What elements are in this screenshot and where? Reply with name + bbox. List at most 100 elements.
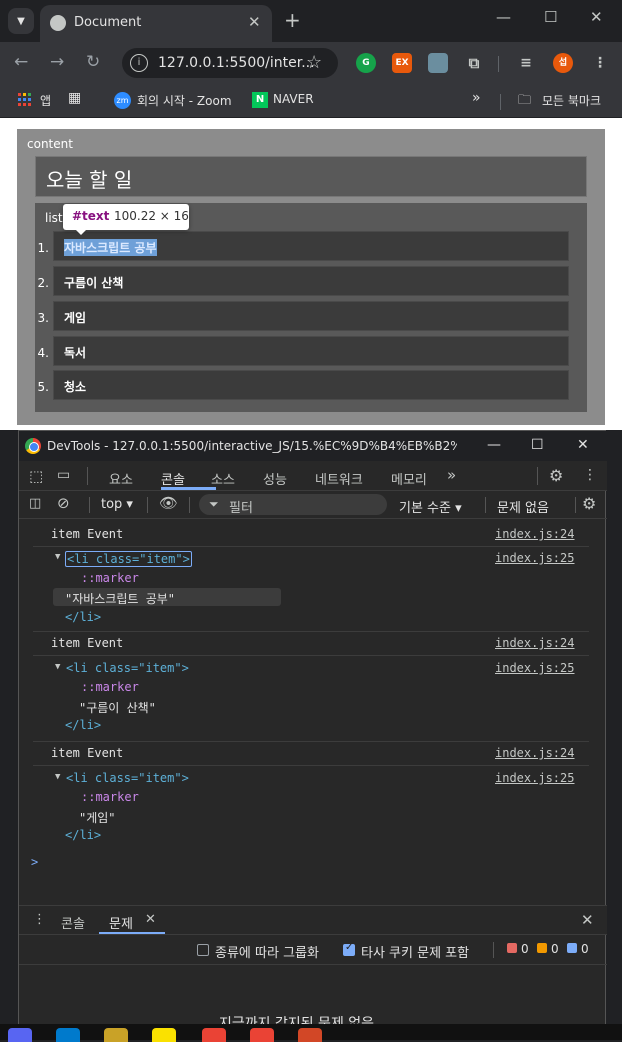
back-button[interactable]: ←	[14, 52, 28, 72]
list-item[interactable]: 구름이 산책	[53, 266, 569, 296]
maximize-button[interactable]: ☐	[544, 8, 557, 26]
devtools-close-button[interactable]: ✕	[577, 437, 589, 453]
drawer-tab-issues[interactable]: 문제	[109, 913, 133, 932]
devtools-title: DevTools - 127.0.0.1:5500/interactive_JS…	[47, 439, 457, 453]
issues-counter[interactable]: 문제 없음	[497, 497, 549, 516]
page-title: 오늘 할 일	[46, 168, 133, 192]
log-separator	[33, 631, 589, 632]
apps-grid-icon	[18, 93, 32, 110]
log-separator	[33, 765, 589, 766]
dom-node-close-tag: </li>	[65, 718, 102, 732]
dom-text-node[interactable]: "구름이 산책"	[79, 699, 156, 716]
dom-node-open-tag[interactable]: <li class="item">	[66, 771, 189, 785]
group-by-kind-checkbox[interactable]	[197, 944, 209, 956]
tab-divider	[87, 467, 88, 485]
ex-extension-icon[interactable]: EX	[392, 53, 412, 73]
group-by-kind-label: 종류에 따라 그룹화	[215, 946, 319, 961]
grammarly-icon[interactable]: G	[356, 53, 376, 73]
expand-triangle-icon[interactable]: ▼	[55, 662, 60, 672]
toolbar-divider	[575, 497, 576, 513]
tab-elements[interactable]: 요소	[109, 469, 133, 488]
drawer-tab-console[interactable]: 콘솔	[61, 913, 85, 932]
tooltip-arrow	[75, 229, 87, 235]
context-selector[interactable]: top ▾	[101, 497, 133, 512]
info-issues-count: 0	[581, 942, 589, 956]
tab-sources[interactable]: 소스	[211, 469, 235, 488]
dom-text-node[interactable]: "게임"	[79, 809, 116, 826]
tab-network[interactable]: 네트워크	[315, 469, 363, 488]
list-item[interactable]: 자바스크립트 공부	[53, 231, 569, 261]
error-issues-count: 0	[521, 942, 529, 956]
drawer-tab-close-icon[interactable]: ✕	[145, 912, 156, 927]
url-text: 127.0.0.1:5500/inter...	[158, 55, 315, 71]
inspect-element-icon[interactable]: ⬚	[29, 467, 43, 485]
toolbar-divider	[89, 497, 90, 513]
all-bookmarks-button[interactable]: 모든 북마크	[542, 92, 601, 109]
reload-button[interactable]: ↻	[86, 52, 100, 72]
more-tabs-button[interactable]: »	[447, 466, 456, 484]
include-third-party-checkbox[interactable]: ✓	[343, 942, 355, 956]
minimize-button[interactable]: —	[496, 8, 511, 26]
bookmark-zoom[interactable]: 회의 시작 - Zoom	[137, 92, 232, 109]
list-item[interactable]: 게임	[53, 301, 569, 331]
bookmark-naver[interactable]: NAVER	[273, 92, 314, 106]
menu-kebab-icon[interactable]: ⋮	[590, 53, 610, 73]
log-source-link[interactable]: index.js:25	[495, 661, 574, 675]
close-window-button[interactable]: ✕	[590, 8, 603, 26]
drawer-menu-icon[interactable]: ⋮	[33, 912, 46, 927]
tab-memory[interactable]: 메모리	[391, 469, 427, 488]
log-source-link[interactable]: index.js:24	[495, 527, 574, 541]
expand-triangle-icon[interactable]: ▼	[55, 772, 60, 782]
console-settings-gear-icon[interactable]: ⚙	[582, 494, 596, 513]
log-source-link[interactable]: index.js:25	[495, 551, 574, 565]
address-bar[interactable]: i 127.0.0.1:5500/inter... ☆	[122, 48, 338, 78]
bookmark-star-icon[interactable]: ☆	[306, 52, 322, 73]
warning-issues-count: 0	[551, 942, 559, 956]
list-item-number: 4.	[37, 346, 49, 360]
dom-text-node[interactable]: "자바스크립트 공부"	[65, 590, 175, 607]
media-control-icon[interactable]: ≡	[516, 53, 536, 73]
log-level-selector[interactable]: 기본 수준 ▾	[399, 497, 462, 516]
device-toolbar-icon[interactable]: ▭	[57, 467, 70, 483]
dom-node-open-tag[interactable]: <li class="item">	[66, 661, 189, 675]
browser-tab[interactable]: Document ✕	[40, 5, 272, 42]
naver-icon: N	[252, 92, 268, 108]
profile-avatar[interactable]: 섭	[553, 53, 573, 73]
drawer-close-icon[interactable]: ✕	[581, 911, 594, 929]
os-taskbar	[0, 1024, 622, 1042]
settings-gear-icon[interactable]: ⚙	[549, 466, 563, 485]
log-message: item Event	[51, 636, 124, 650]
log-source-link[interactable]: index.js:24	[495, 636, 574, 650]
forward-button[interactable]: →	[50, 52, 64, 72]
log-message: item Event	[51, 527, 124, 541]
drawer-active-indicator	[99, 932, 165, 934]
site-info-icon[interactable]: i	[130, 54, 148, 72]
clear-console-icon[interactable]: ⊘	[57, 494, 70, 512]
bookmarks-overflow-button[interactable]: »	[472, 90, 481, 106]
devtools-minimize-button[interactable]: —	[487, 437, 501, 453]
live-expression-eye-icon[interactable]: 👁	[159, 494, 178, 512]
devtools-maximize-button[interactable]: ☐	[531, 437, 544, 453]
tab-performance[interactable]: 성능	[263, 469, 287, 488]
console-prompt[interactable]: >	[31, 855, 38, 869]
tab-console[interactable]: 콘솔	[161, 469, 185, 488]
image-extension-icon[interactable]	[428, 53, 448, 73]
expand-triangle-icon[interactable]: ▼	[55, 552, 60, 562]
log-source-link[interactable]: index.js:24	[495, 746, 574, 760]
tab-search-button[interactable]: ▼	[8, 8, 34, 34]
sidebar-toggle-icon[interactable]: ◫	[29, 496, 41, 511]
new-tab-button[interactable]: +	[284, 8, 301, 32]
list-item[interactable]: 청소	[53, 370, 569, 400]
tab-groups-icon[interactable]: ▦	[68, 90, 81, 106]
console-toolbar: ◫ ⊘ top ▾ 👁 ⏷ 필터 기본 수준 ▾ 문제 없음 ⚙	[19, 491, 607, 519]
dom-node-open-tag[interactable]: <li class="item">	[65, 551, 192, 567]
tab-divider	[537, 467, 538, 485]
log-source-link[interactable]: index.js:25	[495, 771, 574, 785]
bookmark-apps[interactable]: 앱	[40, 92, 51, 109]
devtools-menu-icon[interactable]: ⋮	[583, 467, 597, 483]
list-item[interactable]: 독서	[53, 336, 569, 366]
console-filter-input[interactable]: ⏷ 필터	[199, 494, 387, 516]
list-item-text: 독서	[64, 346, 87, 360]
extensions-puzzle-icon[interactable]: ⧉	[464, 53, 484, 73]
tab-close-button[interactable]: ✕	[248, 13, 261, 31]
